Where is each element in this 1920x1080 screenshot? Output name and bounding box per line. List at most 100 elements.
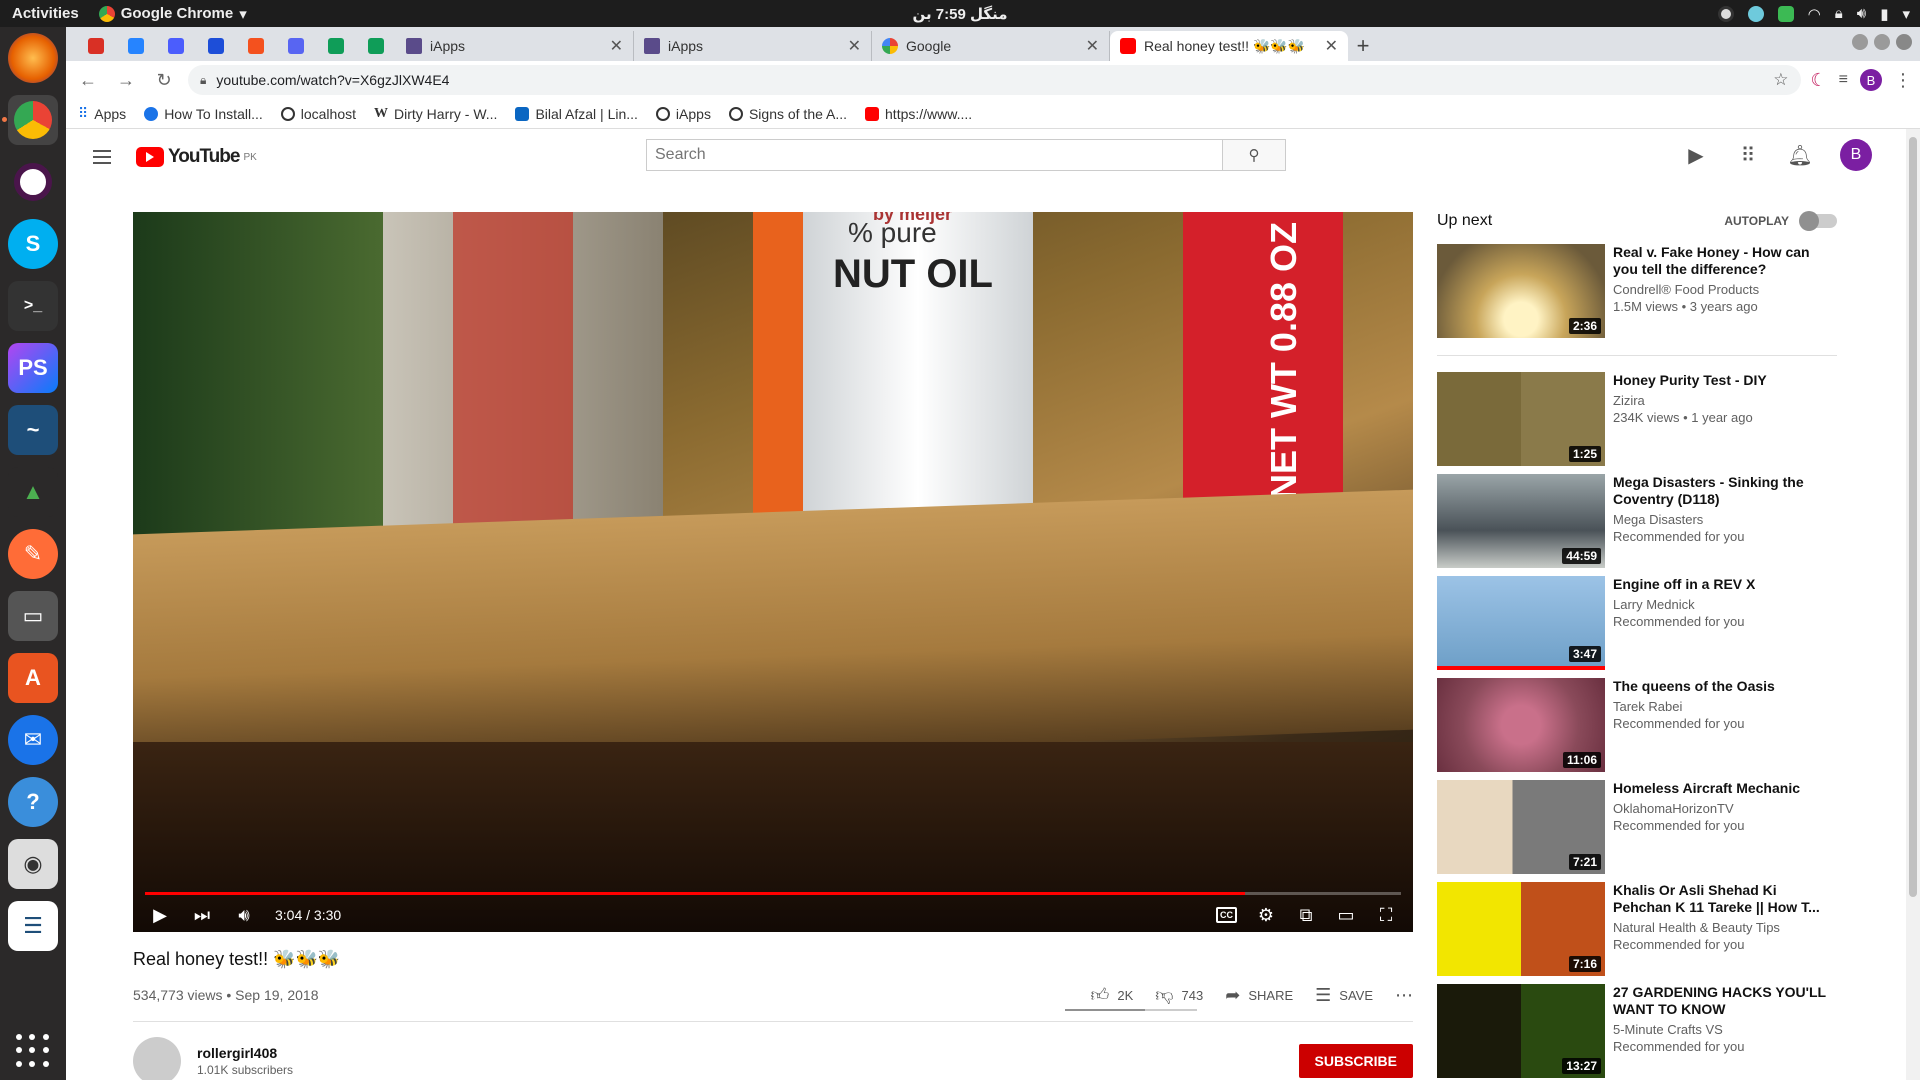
video-thumbnail[interactable]: 44:59 (1437, 474, 1605, 568)
minimize-button[interactable] (1852, 34, 1868, 50)
scrollbar-thumb[interactable] (1909, 137, 1917, 897)
clock[interactable]: منگل 7:59 بن (0, 5, 1920, 23)
pinned-tab-clickup[interactable] (156, 31, 196, 61)
lock-icon[interactable]: 🔒︎ (200, 73, 206, 88)
more-actions-button[interactable]: ⋯ (1395, 985, 1413, 1006)
lock-icon[interactable]: 🔒︎ (1835, 5, 1843, 22)
video-thumbnail[interactable]: 11:06 (1437, 678, 1605, 772)
show-applications-icon[interactable] (16, 1034, 50, 1068)
video-title[interactable]: Mega Disasters - Sinking the Coventry (D… (1613, 474, 1837, 508)
pinned-tab-jira[interactable] (116, 31, 156, 61)
tab-active[interactable]: Real honey test!! 🐝🐝🐝 ✕ (1110, 31, 1348, 61)
software-center-icon[interactable]: A (8, 653, 58, 703)
help-icon[interactable]: ? (8, 777, 58, 827)
progress-bar[interactable] (145, 892, 1401, 895)
tab[interactable]: iApps ✕ (396, 31, 634, 61)
rhythmbox-icon[interactable]: ◉ (8, 839, 58, 889)
profile-avatar[interactable]: B (1860, 69, 1882, 91)
dislike-button[interactable]: 👎︎ 743 (1155, 984, 1203, 1006)
close-icon[interactable]: ✕ (1086, 36, 1099, 56)
battery-icon[interactable]: ▮ (1880, 5, 1888, 23)
video-title[interactable]: Honey Purity Test - DIY (1613, 372, 1767, 389)
account-avatar[interactable]: B (1840, 139, 1872, 171)
apps-grid-icon[interactable]: ⠿ (1736, 143, 1760, 167)
wifi-icon[interactable]: ◠ (1808, 5, 1821, 23)
text-editor-icon[interactable]: ☰ (8, 901, 58, 951)
volume-icon[interactable]: 🔊︎ (1857, 5, 1866, 22)
robo3t-icon[interactable]: ▲ (8, 467, 58, 517)
recommended-video[interactable]: 1:25 Honey Purity Test - DIY Zizira 234K… (1437, 372, 1837, 466)
create-video-icon[interactable]: ▶︎ (1684, 143, 1708, 167)
video-thumbnail[interactable]: 7:16 (1437, 882, 1605, 976)
save-button[interactable]: ☰ SAVE (1315, 985, 1373, 1006)
share-button[interactable]: ➦ SHARE (1225, 985, 1293, 1006)
recommended-video[interactable]: 7:21 Homeless Aircraft Mechanic Oklahoma… (1437, 780, 1837, 874)
files-icon[interactable]: ▭ (8, 591, 58, 641)
like-button[interactable]: 👍︎ 2K (1091, 984, 1134, 1006)
theater-mode-icon[interactable]: ▭ (1335, 905, 1357, 926)
page-scrollbar[interactable] (1906, 129, 1920, 1080)
menu-kebab-icon[interactable]: ⋮ (1894, 70, 1912, 91)
close-window-button[interactable] (1896, 34, 1912, 50)
video-title[interactable]: Khalis Or Asli Shehad Ki Pehchan K 11 Ta… (1613, 882, 1837, 916)
video-title[interactable]: Homeless Aircraft Mechanic (1613, 780, 1800, 797)
pinned-tab-gmail[interactable] (76, 31, 116, 61)
close-icon[interactable]: ✕ (848, 36, 861, 56)
maximize-button[interactable] (1874, 34, 1890, 50)
activities-button[interactable]: Activities (12, 5, 79, 22)
recommended-video[interactable]: 2:36 Real v. Fake Honey - How can you te… (1437, 244, 1837, 356)
youtube-logo[interactable]: YouTube PK (136, 146, 257, 168)
obs-icon[interactable] (1717, 5, 1734, 22)
bookmark[interactable]: iApps (655, 106, 711, 122)
search-button[interactable]: ⚲ (1222, 139, 1286, 171)
bookmark[interactable]: localhost (280, 106, 356, 122)
mysql-workbench-icon[interactable]: ~ (8, 405, 58, 455)
settings-gear-icon[interactable]: ⚙︎ (1255, 905, 1277, 926)
volume-icon[interactable]: 🔊︎ (233, 905, 255, 926)
recommended-video[interactable]: 13:27 27 GARDENING HACKS YOU'LL WANT TO … (1437, 984, 1837, 1078)
video-thumbnail[interactable]: 13:27 (1437, 984, 1605, 1078)
pinned-tab-sheets[interactable] (316, 31, 356, 61)
skype-icon[interactable]: S (8, 219, 58, 269)
power-menu-icon[interactable]: ▾ (1902, 5, 1910, 23)
bookmark[interactable]: W Dirty Harry - W... (374, 106, 497, 122)
terminal-icon[interactable]: >_ (8, 281, 58, 331)
bookmark-star-icon[interactable]: ☆ (1773, 70, 1788, 90)
video-player[interactable]: % pure NUT OIL by meijer NET WT 0.88 OZ … (133, 212, 1413, 932)
bookmark[interactable]: Signs of the A... (728, 106, 847, 122)
bookmark-apps[interactable]: ⠿ Apps (78, 105, 126, 122)
recommended-video[interactable]: 3:47 Engine off in a REV X Larry Mednick… (1437, 576, 1837, 670)
video-thumbnail[interactable]: 3:47 (1437, 576, 1605, 670)
recommended-video[interactable]: 7:16 Khalis Or Asli Shehad Ki Pehchan K … (1437, 882, 1837, 976)
slack-icon[interactable] (8, 157, 58, 207)
next-icon[interactable]: ⏭︎ (191, 905, 213, 926)
video-title[interactable]: The queens of the Oasis (1613, 678, 1775, 695)
reload-button[interactable]: ↻ (150, 66, 178, 94)
firefox-icon[interactable] (8, 33, 58, 83)
captions-icon[interactable]: CC (1216, 907, 1237, 923)
play-icon[interactable]: ▶ (149, 905, 171, 926)
video-title[interactable]: Engine off in a REV X (1613, 576, 1755, 593)
back-button[interactable]: ← (74, 66, 102, 94)
app-menu[interactable]: Google Chrome ▾ (98, 5, 247, 23)
chrome-dock-icon[interactable] (2, 95, 58, 145)
check-icon[interactable] (1777, 5, 1794, 22)
bookmark[interactable]: How To Install... (144, 106, 263, 122)
video-thumbnail[interactable]: 1:25 (1437, 372, 1605, 466)
video-thumbnail[interactable]: 2:36 (1437, 244, 1605, 338)
media-controls-icon[interactable]: ≡ (1839, 71, 1848, 89)
channel-avatar[interactable] (133, 1037, 181, 1080)
thunderbird-icon[interactable]: ✉ (8, 715, 58, 765)
fullscreen-icon[interactable]: ⛶ (1375, 905, 1397, 926)
recommended-video[interactable]: 44:59 Mega Disasters - Sinking the Coven… (1437, 474, 1837, 568)
pinned-tab-app[interactable] (236, 31, 276, 61)
video-title[interactable]: 27 GARDENING HACKS YOU'LL WANT TO KNOW (1613, 984, 1837, 1018)
pinned-tab-jira-2[interactable] (196, 31, 236, 61)
bookmark[interactable]: https://www.... (865, 106, 972, 122)
phpstorm-icon[interactable]: PS (8, 343, 58, 393)
tab[interactable]: iApps ✕ (634, 31, 872, 61)
bookmark[interactable]: Bilal Afzal | Lin... (515, 106, 638, 122)
recommended-video[interactable]: 11:06 The queens of the Oasis Tarek Rabe… (1437, 678, 1837, 772)
system-tray[interactable]: ◠ 🔒︎ 🔊︎ ▮ ▾ (1717, 0, 1910, 27)
autoplay-toggle[interactable] (1799, 211, 1837, 231)
